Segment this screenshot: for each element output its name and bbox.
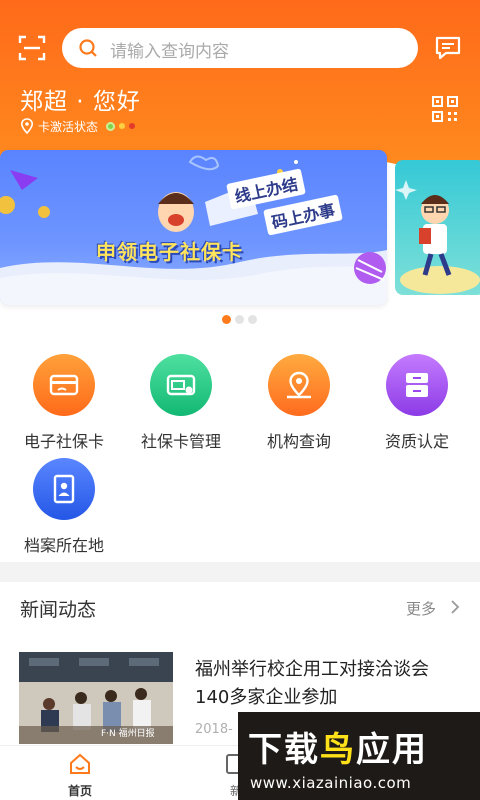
service-social-card-manage[interactable]: 社保卡管理 — [121, 354, 241, 452]
news-thumbnail: F·N 福州日报 — [19, 652, 173, 744]
service-label: 档案所在地 — [23, 536, 104, 555]
news-thumbnail-caption: F·N 福州日报 — [101, 729, 155, 739]
watermark-title-part2: 鸟 — [320, 730, 356, 770]
service-archive-location[interactable]: 档案所在地 — [4, 458, 124, 556]
status-indicator — [106, 121, 139, 131]
service-label: 资质认定 — [384, 432, 449, 451]
card-manage-icon — [150, 354, 212, 416]
news-more-link[interactable]: 更多 — [406, 598, 436, 619]
search-icon — [79, 39, 97, 57]
watermark-title: 下载鸟应用 — [248, 722, 428, 771]
service-institution-query[interactable]: 机构查询 — [239, 354, 359, 452]
cabinet-icon — [386, 354, 448, 416]
watermark-title-part1: 下载 — [248, 730, 320, 770]
tab-label: 首页 — [67, 784, 92, 798]
location-pin-icon — [20, 118, 34, 134]
service-label: 电子社保卡 — [23, 432, 104, 451]
news-section-header: 新闻动态 更多 — [0, 582, 480, 634]
chevron-right-icon[interactable] — [450, 600, 460, 614]
message-icon[interactable] — [434, 34, 462, 62]
service-label: 机构查询 — [266, 432, 331, 451]
service-qualification[interactable]: 资质认定 — [357, 354, 477, 452]
card-status-label: 卡激活状态 — [38, 119, 99, 134]
section-divider — [0, 562, 480, 582]
top-bar: 请输入查询内容 — [0, 28, 480, 68]
archive-file-icon — [33, 458, 95, 520]
tab-home[interactable]: 首页 — [32, 752, 128, 799]
location-map-icon — [268, 354, 330, 416]
search-placeholder: 请输入查询内容 — [110, 42, 229, 62]
banner-next-slide[interactable] — [395, 160, 480, 295]
banner-slide[interactable]: 申领电子社保卡 线上办结 码上办事 — [0, 150, 387, 305]
pager-dot-active — [222, 315, 231, 324]
scan-icon[interactable] — [18, 34, 46, 62]
card-status[interactable]: 卡激活状态 — [20, 116, 139, 136]
news-section-title: 新闻动态 — [20, 599, 97, 621]
news-date: 2018- — [195, 722, 233, 737]
pager-dot — [235, 315, 244, 324]
banner-illustration — [0, 155, 387, 305]
pager-dot — [248, 315, 257, 324]
banner-title: 申领电子社保卡 — [96, 240, 243, 264]
watermark-url: www.xiazainiao.com — [250, 774, 412, 792]
service-e-social-card[interactable]: 电子社保卡 — [4, 354, 124, 452]
watermark-title-part3: 应用 — [356, 730, 428, 770]
watermark-logo: 下载鸟应用 www.xiazainiao.com — [238, 712, 480, 800]
news-headline: 福州举行校企用工对接洽谈会 140多家企业参加 — [195, 659, 447, 708]
card-icon — [33, 354, 95, 416]
service-label: 社保卡管理 — [140, 432, 221, 451]
banner-pager — [222, 315, 261, 324]
qr-code-icon[interactable] — [432, 96, 458, 122]
search-input[interactable]: 请输入查询内容 — [62, 28, 418, 68]
greeting-text: 郑超 · 您好 — [20, 89, 141, 115]
home-icon — [70, 753, 90, 774]
cartoon-character-illustration — [395, 180, 480, 294]
